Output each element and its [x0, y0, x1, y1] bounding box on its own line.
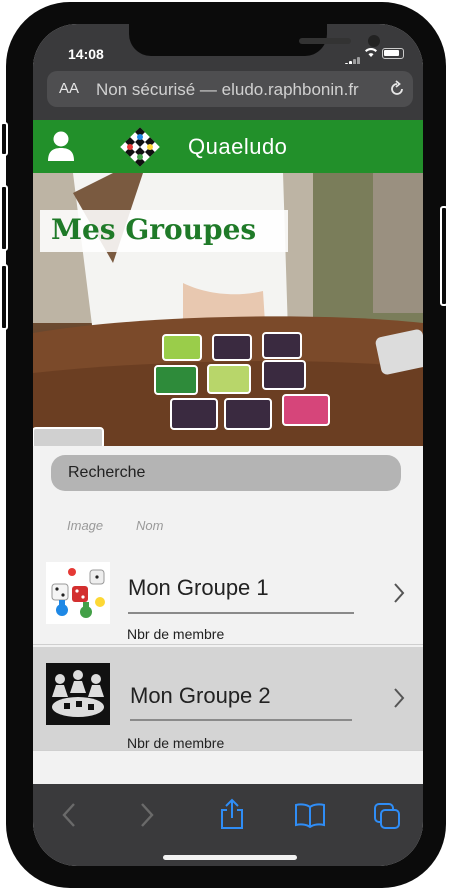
url-bar: AA Non sécurisé — eludo.raphbonin.fr — [33, 64, 423, 120]
bookmarks-icon[interactable] — [294, 802, 326, 828]
wifi-icon — [365, 48, 377, 57]
app-title: Quaeludo — [188, 134, 288, 159]
logo-icon[interactable] — [119, 126, 161, 168]
power-button — [440, 206, 448, 306]
group-2-divider — [130, 719, 352, 721]
hero-banner: Mes Groupes — [33, 173, 423, 446]
volume-down-button — [0, 264, 8, 330]
group-1-image — [46, 562, 110, 624]
page-title: Mes Groupes — [51, 213, 257, 246]
address-field[interactable]: AA Non sécurisé — eludo.raphbonin.fr — [47, 71, 413, 107]
mute-switch — [0, 122, 8, 156]
volume-up-button — [0, 185, 8, 251]
group-2-member-count: Nbr de membre — [127, 735, 225, 751]
row-separator — [33, 644, 423, 645]
reload-icon[interactable] — [387, 79, 407, 99]
browser-toolbar — [33, 784, 423, 866]
search-label: Recherche — [68, 464, 146, 481]
search-input[interactable]: Recherche — [51, 455, 401, 491]
speaker — [299, 38, 351, 44]
column-header-name: Nom — [136, 518, 164, 533]
tabs-icon[interactable] — [373, 802, 401, 830]
share-icon[interactable] — [219, 798, 245, 830]
url-text[interactable]: Non sécurisé — eludo.raphbonin.fr — [96, 80, 359, 100]
row-separator — [33, 750, 423, 751]
group-2-name[interactable]: Mon Groupe 2 — [130, 683, 271, 709]
chevron-right-icon[interactable] — [393, 687, 405, 709]
forward-icon[interactable] — [139, 802, 155, 828]
text-size-button[interactable]: AA — [59, 80, 79, 97]
group-row-1[interactable]: Mon Groupe 1 Nbr de membre — [33, 542, 423, 645]
back-icon[interactable] — [61, 802, 77, 828]
phone-frame: 14:08 AA Non sécurisé — eludo.raphbonin.… — [0, 2, 448, 888]
group-row-2[interactable]: Mon Groupe 2 Nbr de membre — [33, 647, 423, 751]
notch — [129, 24, 380, 56]
group-1-member-count: Nbr de membre — [127, 626, 225, 642]
group-1-divider — [128, 612, 354, 614]
group-2-image — [46, 663, 110, 725]
chevron-right-icon[interactable] — [393, 582, 405, 604]
column-header-image: Image — [67, 518, 104, 533]
battery-icon — [382, 48, 404, 59]
user-icon[interactable] — [47, 130, 75, 162]
status-time: 14:08 — [68, 46, 104, 62]
screen: 14:08 AA Non sécurisé — eludo.raphbonin.… — [33, 24, 423, 866]
group-1-name[interactable]: Mon Groupe 1 — [128, 575, 269, 601]
home-indicator[interactable] — [163, 855, 297, 860]
app-header: Quaeludo — [33, 120, 423, 173]
